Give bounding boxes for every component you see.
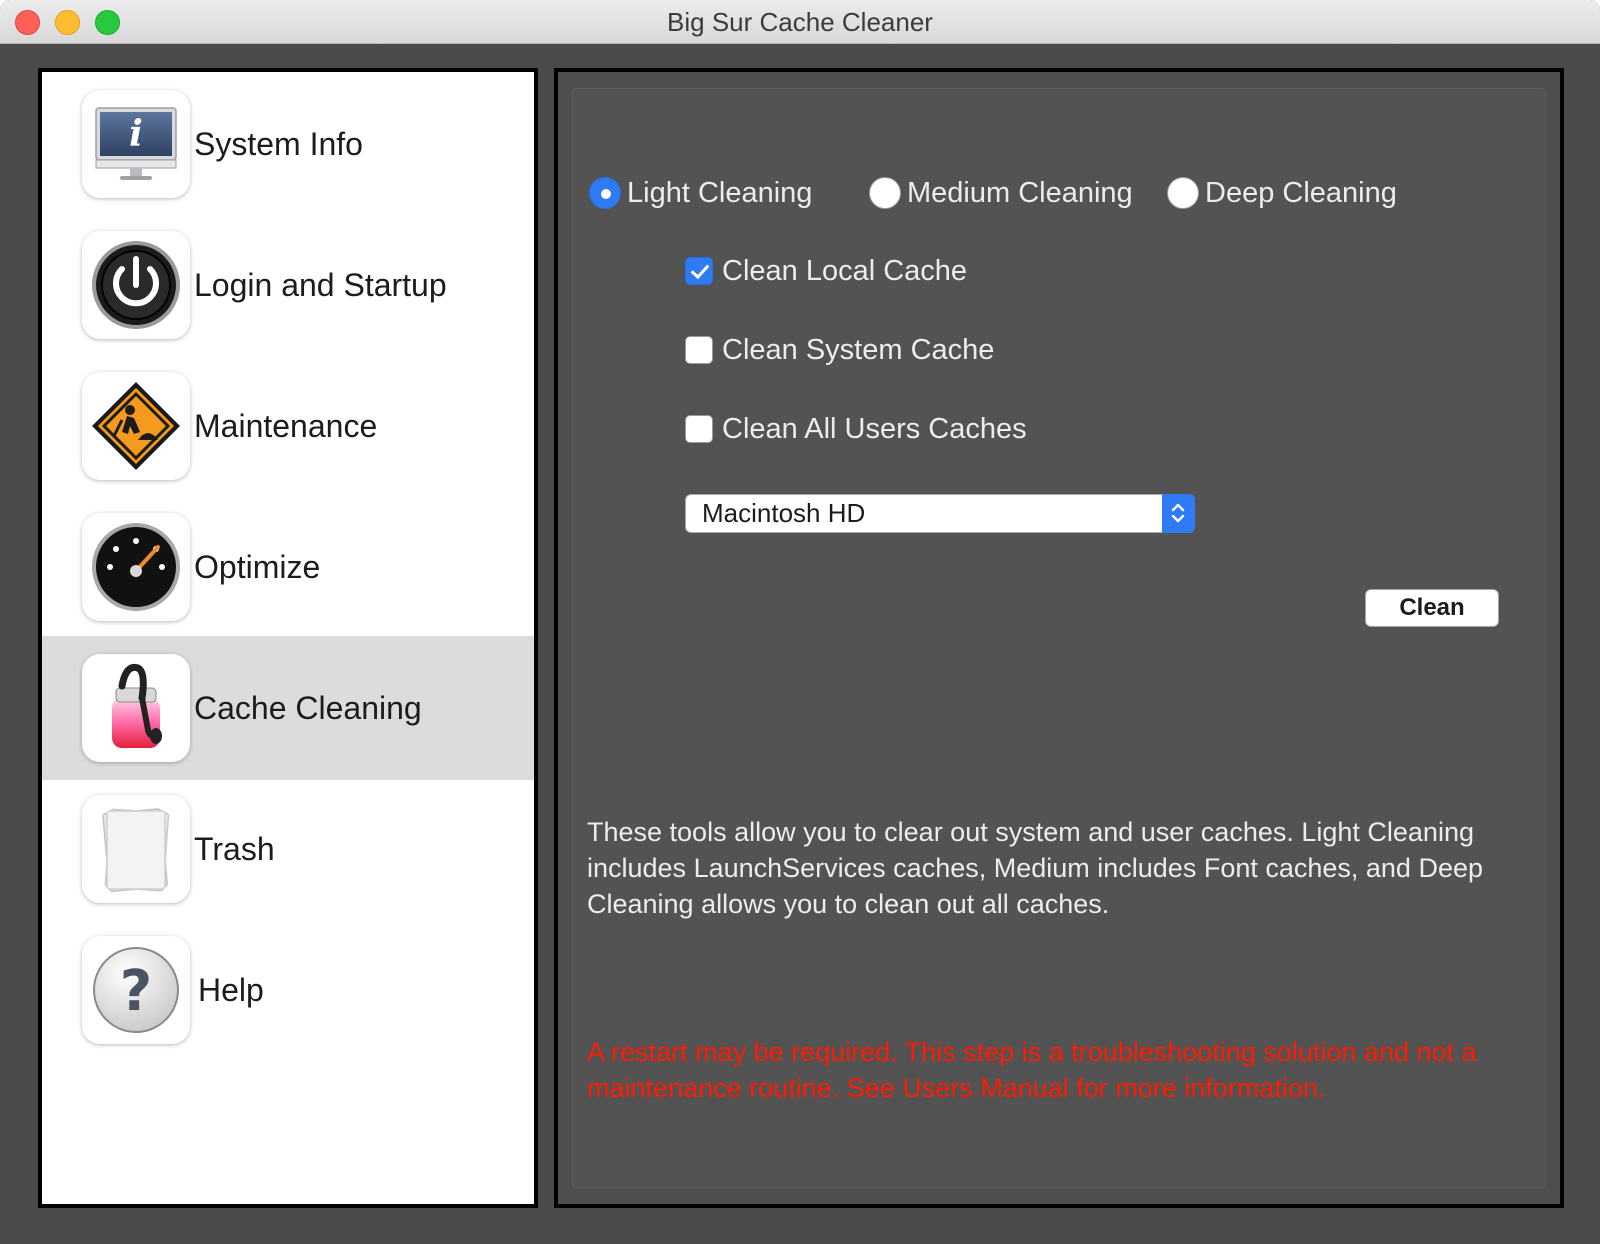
checkbox-label: Clean All Users Caches [722, 412, 1027, 445]
sidebar-item-cache-cleaning[interactable]: Cache Cleaning [42, 636, 534, 780]
svg-text:?: ? [120, 959, 152, 1024]
warning-text: A restart may be required. This step is … [587, 1037, 1477, 1103]
radio-deep-cleaning[interactable]: Deep Cleaning [1167, 173, 1397, 213]
checkbox-label: Clean System Cache [722, 333, 995, 366]
title-bar[interactable]: Big Sur Cache Cleaner [0, 0, 1600, 44]
sidebar-item-label: Optimize [194, 549, 321, 585]
sidebar-item-trash[interactable]: Trash [42, 777, 534, 921]
select-stepper-arrows[interactable] [1162, 494, 1195, 533]
sidebar-item-system-info[interactable]: i System Info [42, 72, 534, 216]
sidebar-item-label: System Info [194, 126, 363, 162]
sidebar-item-login-and-startup[interactable]: Login and Startup [42, 213, 534, 357]
main-panel: Light Cleaning Medium Cleaning Deep Clea… [554, 68, 1564, 1208]
sidebar-item-label: Help [198, 972, 264, 1008]
svg-text:i: i [129, 113, 143, 155]
volume-select-value: Macintosh HD [702, 498, 866, 528]
power-icon [82, 231, 190, 339]
radio-label: Medium Cleaning [907, 176, 1133, 209]
radio-button[interactable] [869, 177, 901, 209]
sidebar-item-label: Login and Startup [194, 267, 447, 303]
sidebar-item-maintenance[interactable]: Maintenance [42, 354, 534, 498]
chevron-up-down-icon [1171, 503, 1185, 523]
checkbox[interactable] [685, 257, 713, 285]
sidebar-item-optimize[interactable]: Optimize [42, 495, 534, 639]
speedometer-icon [82, 513, 190, 621]
system-info-icon: i [82, 90, 190, 198]
window-title: Big Sur Cache Cleaner [667, 7, 933, 37]
app-window: Big Sur Cache Cleaner i System Info Logi… [0, 0, 1600, 1244]
volume-select[interactable]: Macintosh HD [685, 494, 1195, 533]
checkbox[interactable] [685, 336, 713, 364]
cache-cleaning-icon [82, 654, 190, 762]
sidebar-item-help[interactable]: ? Help [42, 918, 534, 1062]
radio-label: Deep Cleaning [1205, 176, 1397, 209]
description-text: These tools allow you to clear out syste… [587, 817, 1483, 919]
cache-cleaning-panel: Light Cleaning Medium Cleaning Deep Clea… [572, 88, 1546, 1188]
sidebar: i System Info Login and Startup Maintena… [38, 68, 538, 1208]
radio-label: Light Cleaning [627, 176, 813, 209]
radio-light-cleaning[interactable]: Light Cleaning [589, 173, 812, 213]
radio-button[interactable] [589, 177, 621, 209]
checkbox-label: Clean Local Cache [722, 254, 968, 287]
sidebar-item-label: Maintenance [194, 408, 378, 444]
trash-icon [82, 795, 190, 903]
clean-button[interactable]: Clean [1365, 589, 1499, 627]
checkbox-clean-all-users-caches[interactable]: Clean All Users Caches [685, 409, 1027, 449]
sidebar-item-label: Trash [194, 831, 275, 867]
sidebar-item-label: Cache Cleaning [194, 690, 422, 726]
help-icon: ? [82, 936, 190, 1044]
checkbox-clean-local-cache[interactable]: Clean Local Cache [685, 251, 967, 291]
construction-sign-icon [82, 372, 190, 480]
radio-button[interactable] [1167, 177, 1199, 209]
checkbox[interactable] [685, 415, 713, 443]
radio-medium-cleaning[interactable]: Medium Cleaning [869, 173, 1133, 213]
checkbox-clean-system-cache[interactable]: Clean System Cache [685, 330, 994, 370]
